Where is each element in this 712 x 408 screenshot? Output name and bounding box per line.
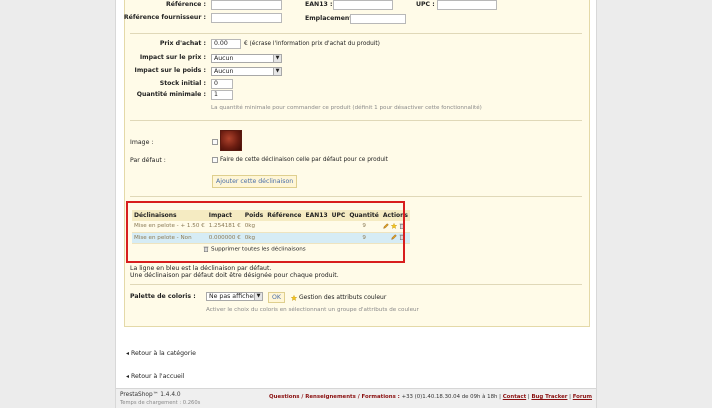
forum-link[interactable]: Forum — [573, 394, 592, 400]
default-label: Par défaut : — [130, 157, 166, 164]
upc-label: UPC : — [416, 1, 435, 8]
price-impact-label: Impact sur le prix : — [139, 54, 206, 61]
chevron-down-icon: ▼ — [273, 68, 281, 75]
palette-select[interactable]: Ne pas afficher ▼ — [206, 292, 263, 301]
back-to-category-label: Retour à la catégorie — [130, 350, 196, 357]
min-quantity-label: Quantité minimale : — [136, 91, 206, 98]
weight-impact-select[interactable]: Aucun ▼ — [211, 67, 282, 76]
divider — [130, 120, 582, 121]
load-time-text: Temps de chargement : 0.260s — [120, 400, 201, 406]
divider — [130, 196, 582, 197]
weight-impact-value: Aucun — [214, 68, 234, 75]
image-label: Image : — [130, 139, 154, 146]
manage-color-attributes-link[interactable]: Gestion des attributs couleur — [291, 294, 386, 301]
upc-input[interactable] — [437, 0, 497, 10]
version-text: PrestaShop™ 1.4.4.0 — [120, 392, 181, 398]
product-thumbnail[interactable] — [220, 130, 242, 151]
ean13-label: EAN13 : — [305, 1, 333, 8]
default-checkbox-text: Faire de cette déclinaison celle par déf… — [220, 157, 388, 163]
min-quantity-hint: La quantité minimale pour commander ce p… — [211, 105, 482, 111]
back-to-home-label: Retour à l'accueil — [130, 373, 185, 380]
price-impact-select[interactable]: Aucun ▼ — [211, 54, 282, 63]
default-checkbox[interactable] — [212, 157, 218, 163]
initial-stock-label: Stock initial : — [159, 80, 206, 87]
phone-text: +33 (0)1.40.18.30.04 de 09h à 18h — [401, 394, 498, 400]
manage-color-attributes-label: Gestion des attributs couleur — [299, 294, 387, 301]
supplier-reference-input[interactable] — [211, 13, 282, 23]
ean13-input[interactable] — [333, 0, 393, 10]
reference-input[interactable] — [211, 0, 282, 10]
footer: PrestaShop™ 1.4.4.0 Temps de chargement … — [116, 388, 596, 408]
contact-prefix: Questions / Renseignements / Formations … — [269, 394, 400, 400]
footer-links: Questions / Renseignements / Formations … — [269, 394, 592, 400]
weight-impact-label: Impact sur le poids : — [134, 67, 206, 74]
palette-select-value: Ne pas afficher — [209, 293, 256, 300]
ok-button[interactable]: OK — [268, 292, 285, 303]
divider — [130, 33, 582, 34]
gear-icon — [291, 294, 297, 301]
highlight-box — [126, 201, 405, 263]
supplier-reference-label: Référence fournisseur : — [123, 14, 206, 21]
add-combination-button[interactable]: Ajouter cette déclinaison — [212, 175, 298, 188]
purchase-price-hint: € (écrase l'information prix d'achat du … — [244, 41, 380, 47]
palette-label: Palette de coloris : — [130, 293, 196, 300]
back-to-category-link[interactable]: ◂ Retour à la catégorie — [126, 350, 196, 357]
arrow-left-icon: ◂ — [126, 350, 130, 357]
default-required-note: Une déclinaison par défaut doit être dés… — [130, 272, 339, 279]
location-input[interactable] — [350, 14, 406, 24]
bug-tracker-link[interactable]: Bug Tracker — [531, 394, 567, 400]
price-impact-value: Aucun — [214, 55, 234, 62]
back-to-home-link[interactable]: ◂ Retour à l'accueil — [126, 373, 184, 380]
palette-hint: Activer le choix du coloris en sélection… — [206, 307, 419, 313]
footer-version-block: PrestaShop™ 1.4.4.0 Temps de chargement … — [120, 391, 200, 407]
chevron-down-icon: ▼ — [273, 55, 281, 62]
reference-label: Référence : — [166, 1, 206, 8]
divider — [130, 284, 582, 285]
initial-stock-input[interactable]: 0 — [211, 79, 233, 89]
purchase-price-input[interactable]: 0.00 — [211, 39, 241, 49]
arrow-left-icon: ◂ — [126, 373, 130, 380]
min-quantity-input[interactable]: 1 — [211, 90, 233, 100]
contact-link[interactable]: Contact — [503, 394, 526, 400]
image-checkbox[interactable] — [212, 139, 218, 145]
chevron-down-icon: ▼ — [254, 293, 262, 300]
purchase-price-label: Prix d'achat : — [159, 40, 206, 47]
default-row-note: La ligne en bleu est la déclinaison par … — [130, 265, 272, 272]
